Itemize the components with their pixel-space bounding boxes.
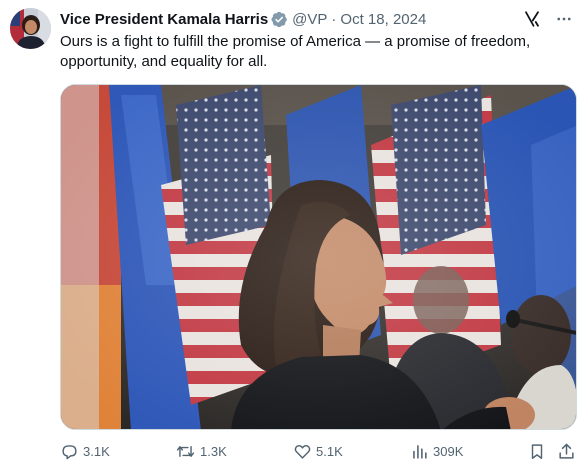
more-icon[interactable]: [553, 8, 575, 30]
tweet: Vice President Kamala Harris @VP · Oct 1…: [0, 0, 587, 464]
tweet-text: Ours is a fight to fulfill the promise o…: [60, 33, 531, 70]
like-count: 5.1K: [316, 443, 343, 459]
tweet-actions: 3.1K 1.3K 5.1K 309K: [60, 440, 580, 462]
views-count: 309K: [433, 443, 464, 459]
verified-badge-icon[interactable]: [271, 11, 288, 28]
tweet-date[interactable]: Oct 18, 2024: [340, 11, 426, 28]
tweet-header: Vice President Kamala Harris @VP · Oct 1…: [60, 9, 575, 29]
views-button[interactable]: 309K: [410, 440, 463, 462]
repost-button[interactable]: 1.3K: [175, 440, 227, 462]
like-button[interactable]: 5.1K: [293, 440, 343, 462]
views-icon: [410, 442, 429, 461]
like-icon: [293, 442, 312, 461]
bookmark-icon: [528, 442, 546, 461]
repost-count: 1.3K: [200, 443, 227, 459]
grok-icon[interactable]: [521, 8, 543, 30]
avatar-photo: [10, 8, 51, 49]
reply-icon: [60, 442, 79, 461]
tweet-media-photo[interactable]: [60, 84, 577, 430]
bookmark-button[interactable]: [528, 440, 546, 462]
author-display-name[interactable]: Vice President Kamala Harris: [60, 11, 268, 28]
share-icon: [557, 442, 576, 461]
retweet-icon: [175, 442, 196, 461]
author-handle[interactable]: @VP: [292, 11, 327, 28]
reply-button[interactable]: 3.1K: [60, 440, 110, 462]
share-button[interactable]: [557, 440, 576, 462]
reply-count: 3.1K: [83, 443, 110, 459]
avatar[interactable]: [10, 8, 51, 49]
separator-dot: ·: [331, 10, 337, 28]
